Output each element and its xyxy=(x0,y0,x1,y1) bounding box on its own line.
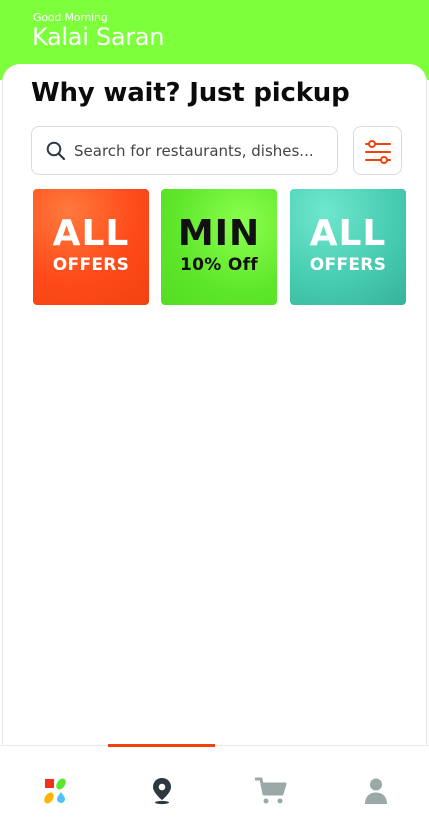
map-pin-icon xyxy=(153,778,171,805)
filter-sliders-icon xyxy=(365,140,391,164)
search-input[interactable] xyxy=(74,137,324,165)
offer-card-all-offers-2[interactable]: ALL OFFERS xyxy=(290,189,406,305)
colorful-shapes-icon xyxy=(44,778,66,804)
nav-item-profile[interactable] xyxy=(321,746,428,834)
offer-card-all-offers[interactable]: ALL OFFERS xyxy=(33,189,149,305)
offer-card-min-10-off[interactable]: MIN 10% Off xyxy=(161,189,277,305)
offer-subtitle: OFFERS xyxy=(309,255,387,275)
search-icon xyxy=(46,141,66,161)
filter-button[interactable] xyxy=(353,126,402,175)
search-box[interactable] xyxy=(31,126,338,175)
user-name: Kalai Saran xyxy=(32,23,165,51)
offer-title: MIN xyxy=(177,213,261,254)
nav-item-location[interactable] xyxy=(107,746,214,834)
offer-subtitle: 10% Off xyxy=(180,255,258,275)
nav-item-cart[interactable] xyxy=(214,746,321,834)
offer-title: ALL xyxy=(309,213,387,254)
nav-item-home[interactable] xyxy=(0,746,107,834)
offers-carousel[interactable]: ALL OFFERS MIN 10% Off ALL OFFERS xyxy=(33,189,429,306)
bottom-nav xyxy=(0,744,429,834)
page-title: Why wait? Just pickup xyxy=(31,78,350,108)
user-icon xyxy=(365,778,387,804)
offer-subtitle: OFFERS xyxy=(52,255,130,275)
content-card xyxy=(2,64,427,832)
cart-icon xyxy=(255,777,287,804)
offer-title: ALL xyxy=(52,213,130,254)
